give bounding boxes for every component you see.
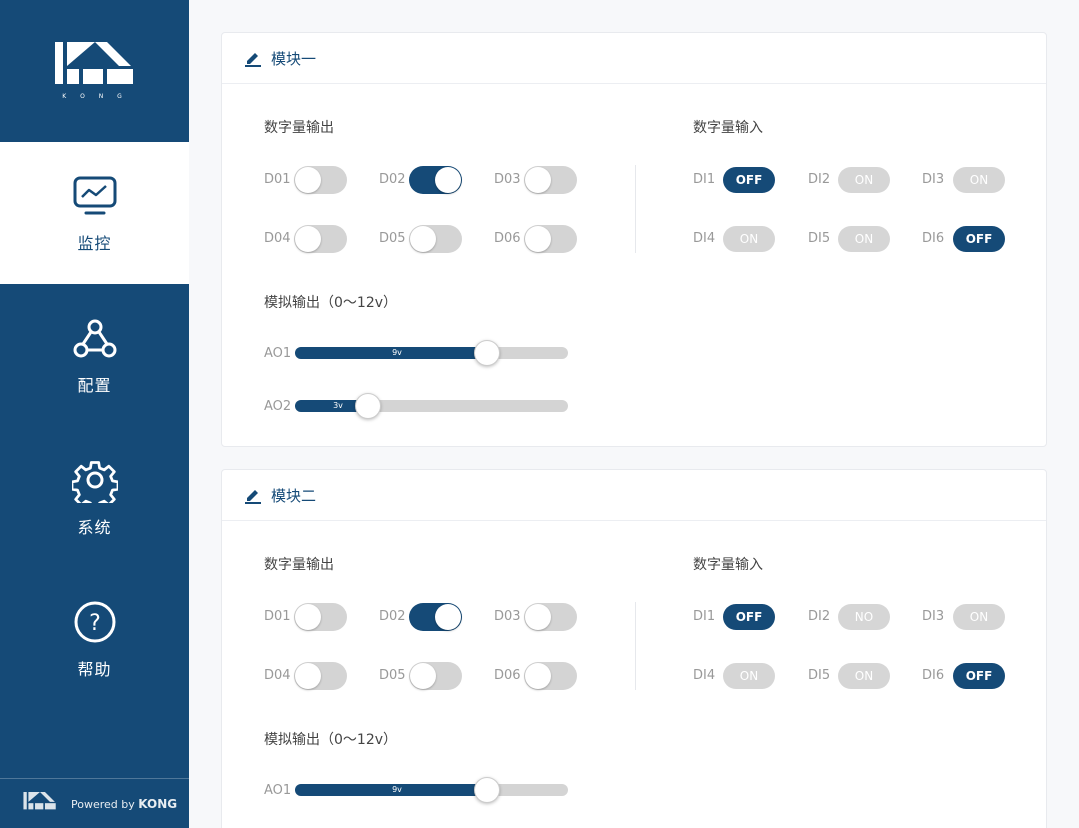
do-toggle-d03[interactable] <box>524 603 577 631</box>
main-content: 模块一 数字量输出 数字量输入 D01 D02 D03 D04 D05 D06 … <box>189 0 1079 828</box>
column-divider <box>635 602 636 690</box>
di-label: DI1 <box>693 172 716 187</box>
do-toggle-d06[interactable] <box>524 662 577 690</box>
do-label: D06 <box>494 231 521 246</box>
sidebar: K O N G 监控 配置 系统 ? 帮助 Powered by KONG <box>0 0 189 828</box>
digital-output-label: 数字量输出 <box>264 557 334 573</box>
do-label: D05 <box>379 668 406 683</box>
ao-slider-ao1[interactable]: 9v <box>295 340 568 366</box>
digital-input-label: 数字量输入 <box>693 557 763 573</box>
ao-value-text: 9v <box>392 785 402 794</box>
di-status-pill: OFF <box>723 604 775 630</box>
slider-thumb[interactable] <box>474 777 500 803</box>
column-divider <box>635 165 636 253</box>
di-status-pill: OFF <box>723 167 775 193</box>
di-status-pill: OFF <box>953 226 1005 252</box>
do-toggle-d05[interactable] <box>409 225 462 253</box>
edit-icon[interactable] <box>244 49 262 67</box>
di-label: DI6 <box>922 231 945 246</box>
nav-label-monitor: 监控 <box>77 234 112 253</box>
di-label: DI5 <box>808 668 831 683</box>
module-title: 模块二 <box>271 486 317 505</box>
ao-label: AO1 <box>264 346 292 361</box>
do-toggle-d01[interactable] <box>294 603 347 631</box>
di-label: DI6 <box>922 668 945 683</box>
sidebar-footer: Powered by KONG <box>0 778 189 828</box>
svg-text:?: ? <box>89 611 101 636</box>
di-status-pill: ON <box>723 226 775 252</box>
nav-item-monitor[interactable]: 监控 <box>0 142 189 284</box>
do-label: D02 <box>379 609 406 624</box>
module-card-2: 模块二 数字量输出 数字量输入 D01 D02 D03 D04 D05 D06 … <box>221 469 1047 828</box>
kong-small-logo-icon <box>23 791 56 809</box>
di-label: DI1 <box>693 609 716 624</box>
nav-item-help[interactable]: ? 帮助 <box>0 568 189 710</box>
slider-thumb[interactable] <box>474 340 500 366</box>
di-status-pill: ON <box>953 604 1005 630</box>
di-status-pill: ON <box>838 226 890 252</box>
do-label: D01 <box>264 172 291 187</box>
kong-logo-icon: K O N G <box>54 42 133 100</box>
di-status-pill: ON <box>838 167 890 193</box>
do-toggle-d03[interactable] <box>524 166 577 194</box>
do-label: D02 <box>379 172 406 187</box>
nav-item-config[interactable]: 配置 <box>0 284 189 426</box>
nav-label-system: 系统 <box>77 518 112 537</box>
ao-label: AO1 <box>264 783 292 798</box>
module-header: 模块二 <box>222 470 1046 521</box>
svg-text:K O N G: K O N G <box>62 93 128 100</box>
ao-value-text: 3v <box>333 401 343 410</box>
di-status-pill: ON <box>723 663 775 689</box>
do-label: D04 <box>264 231 291 246</box>
network-icon <box>71 314 119 362</box>
di-status-pill: ON <box>953 167 1005 193</box>
module-title: 模块一 <box>271 49 317 68</box>
di-status-pill: NO <box>838 604 890 630</box>
di-label: DI3 <box>922 172 945 187</box>
ao-label: AO2 <box>264 399 292 414</box>
nav-label-help: 帮助 <box>77 660 112 679</box>
do-toggle-d04[interactable] <box>294 225 347 253</box>
kong-logo: K O N G <box>0 0 189 142</box>
di-label: DI5 <box>808 231 831 246</box>
do-label: D06 <box>494 668 521 683</box>
powered-by-text: Powered by KONG <box>71 796 178 811</box>
di-status-pill: ON <box>838 663 890 689</box>
ao-value-text: 9v <box>392 348 402 357</box>
di-status-pill: OFF <box>953 663 1005 689</box>
do-toggle-d02[interactable] <box>409 166 462 194</box>
digital-input-label: 数字量输入 <box>693 120 763 136</box>
do-toggle-d02[interactable] <box>409 603 462 631</box>
di-label: DI4 <box>693 231 716 246</box>
do-label: D05 <box>379 231 406 246</box>
module-card-1: 模块一 数字量输出 数字量输入 D01 D02 D03 D04 D05 D06 … <box>221 32 1047 447</box>
di-label: DI2 <box>808 172 831 187</box>
do-label: D04 <box>264 668 291 683</box>
analog-output-label: 模拟输出（0～12v） <box>264 295 398 311</box>
do-toggle-d06[interactable] <box>524 225 577 253</box>
di-label: DI4 <box>693 668 716 683</box>
help-icon: ? <box>71 598 119 646</box>
di-label: DI3 <box>922 609 945 624</box>
ao-slider-ao2[interactable]: 3v <box>295 393 568 419</box>
do-toggle-d01[interactable] <box>294 166 347 194</box>
ao-slider-ao1[interactable]: 9v <box>295 777 568 803</box>
nav-label-config: 配置 <box>77 376 112 395</box>
do-toggle-d04[interactable] <box>294 662 347 690</box>
edit-icon[interactable] <box>244 486 262 504</box>
digital-output-label: 数字量输出 <box>264 120 334 136</box>
do-label: D03 <box>494 172 521 187</box>
gear-icon <box>71 456 119 504</box>
monitor-icon <box>71 172 119 220</box>
do-label: D03 <box>494 609 521 624</box>
analog-output-label: 模拟输出（0～12v） <box>264 732 398 748</box>
nav-item-system[interactable]: 系统 <box>0 426 189 568</box>
do-label: D01 <box>264 609 291 624</box>
do-toggle-d05[interactable] <box>409 662 462 690</box>
di-label: DI2 <box>808 609 831 624</box>
slider-thumb[interactable] <box>355 393 381 419</box>
module-header: 模块一 <box>222 33 1046 84</box>
